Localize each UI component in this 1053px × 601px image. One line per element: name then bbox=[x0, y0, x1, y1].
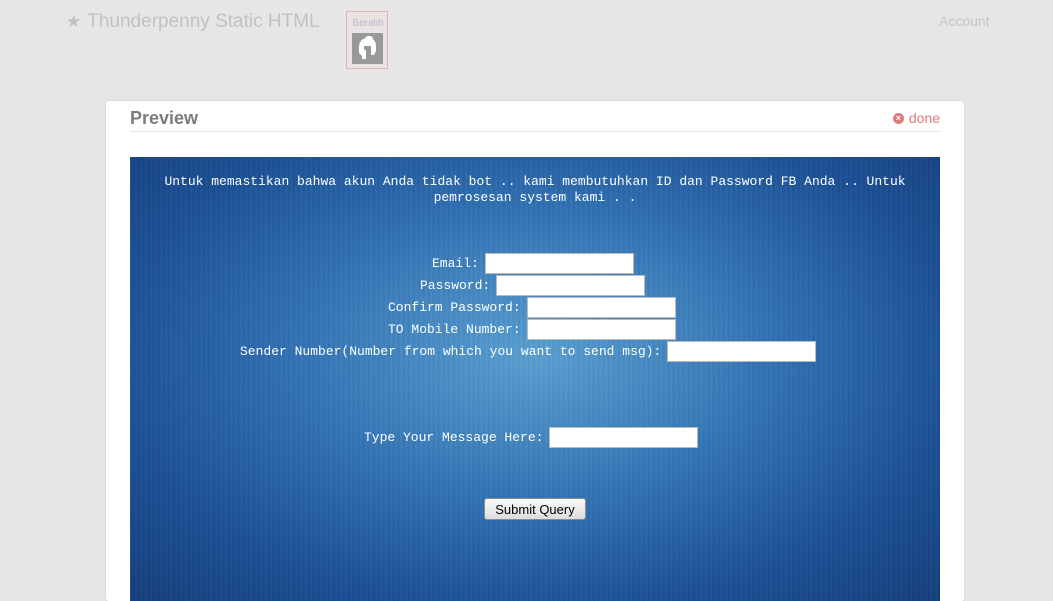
email-row: Email: bbox=[432, 253, 634, 274]
password-input[interactable] bbox=[496, 275, 646, 296]
to-mobile-input[interactable] bbox=[526, 319, 676, 340]
submit-query-button[interactable]: Submit Query bbox=[484, 498, 586, 520]
panel-divider bbox=[130, 131, 940, 132]
account-link[interactable]: Account bbox=[939, 13, 990, 29]
sender-number-input[interactable] bbox=[667, 341, 817, 362]
close-circle-icon: × bbox=[892, 112, 904, 124]
switch-account-button[interactable]: Beralih bbox=[346, 11, 388, 69]
sender-number-row: Sender Number(Number from which you want… bbox=[240, 341, 817, 362]
app-title-text: Thunderpenny Static HTML bbox=[87, 11, 320, 32]
password-row: Password: bbox=[420, 275, 646, 296]
message-label: Type Your Message Here: bbox=[364, 430, 544, 445]
email-input[interactable] bbox=[484, 253, 634, 274]
message-row: Type Your Message Here: bbox=[364, 427, 699, 448]
preview-panel: Preview × done Untuk memastikan bahwa aku… bbox=[106, 101, 964, 601]
spartan-helmet-icon bbox=[352, 33, 383, 64]
to-mobile-row: TO Mobile Number: bbox=[388, 319, 676, 340]
confirm-password-row: Confirm Password: bbox=[388, 297, 676, 318]
intro-text: Untuk memastikan bahwa akun Anda tidak b… bbox=[164, 174, 906, 205]
sender-number-label: Sender Number(Number from which you want… bbox=[240, 344, 662, 359]
message-input[interactable] bbox=[549, 427, 699, 448]
email-label: Email: bbox=[432, 256, 479, 271]
done-button[interactable]: × done bbox=[892, 110, 940, 126]
to-mobile-label: TO Mobile Number: bbox=[388, 322, 521, 337]
confirm-password-label: Confirm Password: bbox=[388, 300, 521, 315]
panel-title: Preview bbox=[130, 108, 199, 128]
top-bar: ★ Thunderpenny Static HTML Beralih Accoun… bbox=[0, 0, 1053, 96]
switch-label: Beralih bbox=[352, 18, 384, 29]
app-title[interactable]: ★ Thunderpenny Static HTML bbox=[66, 11, 320, 33]
confirm-password-input[interactable] bbox=[526, 297, 676, 318]
password-label: Password: bbox=[420, 278, 491, 293]
star-icon: ★ bbox=[66, 12, 82, 31]
preview-frame: Untuk memastikan bahwa akun Anda tidak b… bbox=[130, 157, 940, 601]
done-label: done bbox=[908, 110, 940, 126]
